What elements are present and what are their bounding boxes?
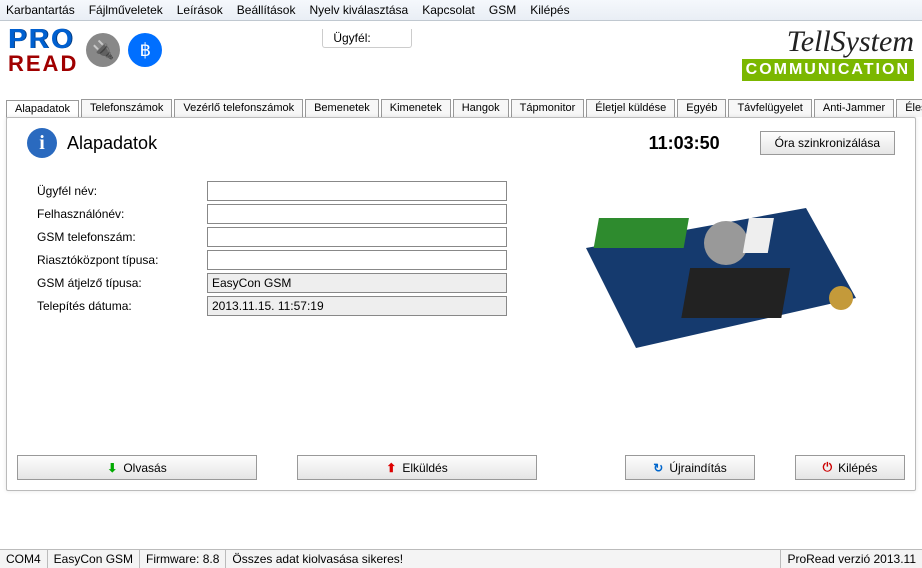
- tellsystem-logo: TellSystem COMMUNICATION: [742, 25, 914, 81]
- logo-area: PRO READ 🔌 ฿: [8, 25, 162, 75]
- tab-bemenetek[interactable]: Bemenetek: [305, 99, 379, 117]
- menu-kilepes[interactable]: Kilépés: [530, 3, 569, 17]
- tab-eletjel[interactable]: Életjel küldése: [586, 99, 675, 117]
- reload-icon: ↻: [653, 461, 663, 475]
- menu-kapcsolat[interactable]: Kapcsolat: [422, 3, 475, 17]
- label-client-name: Ügyfél név:: [37, 184, 207, 198]
- menu-gsm[interactable]: GSM: [489, 3, 516, 17]
- app-logo: PRO READ: [8, 25, 78, 75]
- client-label: Ügyfél:: [322, 29, 412, 48]
- tab-tavfelugyelet[interactable]: Távfelügyelet: [728, 99, 811, 117]
- status-bar: COM4 EasyCon GSM Firmware: 8.8 Összes ad…: [0, 549, 922, 568]
- input-install-date: [207, 296, 507, 316]
- read-button[interactable]: ⬇ Olvasás: [17, 455, 257, 480]
- input-gsm-relay-type: [207, 273, 507, 293]
- tab-vezerlo-telefonszamok[interactable]: Vezérlő telefonszámok: [174, 99, 303, 117]
- input-client-name[interactable]: [207, 181, 507, 201]
- tab-egyeb[interactable]: Egyéb: [677, 99, 726, 117]
- status-firmware: Firmware: 8.8: [140, 550, 226, 568]
- clock-display: 11:03:50: [649, 133, 720, 154]
- label-gsm-relay-type: GSM átjelző típusa:: [37, 276, 207, 290]
- content-panel: i Alapadatok 11:03:50 Óra szinkronizálás…: [6, 117, 916, 491]
- label-user-name: Felhasználónév:: [37, 207, 207, 221]
- menu-beallitasok[interactable]: Beállítások: [237, 3, 296, 17]
- menu-karbantartas[interactable]: Karbantartás: [6, 3, 75, 17]
- send-button[interactable]: ⬆ Elküldés: [297, 455, 537, 480]
- tab-alapadatok[interactable]: Alapadatok: [6, 100, 79, 118]
- restart-button[interactable]: ↻ Újraindítás: [625, 455, 755, 480]
- form-column: Ügyfél név: Felhasználónév: GSM telefons…: [37, 178, 507, 378]
- input-gsm-phone[interactable]: [207, 227, 507, 247]
- usb-icon[interactable]: 🔌: [86, 33, 120, 67]
- status-port: COM4: [0, 550, 48, 568]
- tab-bar: Alapadatok Telefonszámok Vezérlő telefon…: [0, 99, 922, 117]
- tab-telefonszamok[interactable]: Telefonszámok: [81, 99, 172, 117]
- clock-sync-button[interactable]: Óra szinkronizálása: [760, 131, 895, 155]
- page-title: Alapadatok: [67, 133, 157, 154]
- menubar: Karbantartás Fájlműveletek Leírások Beál…: [0, 0, 922, 21]
- label-alarm-type: Riasztóközpont típusa:: [37, 253, 207, 267]
- tab-kimenetek[interactable]: Kimenetek: [381, 99, 451, 117]
- info-icon: i: [27, 128, 57, 158]
- upload-icon: ⬆: [386, 461, 396, 475]
- exit-button[interactable]: ⏻ Kilépés: [795, 455, 905, 480]
- logo-pro: PRO: [8, 25, 78, 53]
- action-button-bar: ⬇ Olvasás ⬆ Elküldés ↻ Újraindítás ⏻ Kil…: [7, 447, 915, 490]
- status-device: EasyCon GSM: [48, 550, 140, 568]
- status-message: Összes adat kiolvasása sikeres!: [226, 550, 781, 568]
- tab-tapmonitor[interactable]: Tápmonitor: [511, 99, 585, 117]
- device-image: [547, 178, 885, 378]
- tab-hangok[interactable]: Hangok: [453, 99, 509, 117]
- bluetooth-icon[interactable]: ฿: [128, 33, 162, 67]
- power-icon: ⏻: [823, 460, 833, 475]
- tab-elesites[interactable]: Élesítés/hatástalanítás: [896, 99, 922, 117]
- status-version: ProRead verzió 2013.11: [781, 550, 922, 568]
- tab-antijammer[interactable]: Anti-Jammer: [814, 99, 894, 117]
- menu-leirasok[interactable]: Leírások: [177, 3, 223, 17]
- input-user-name[interactable]: [207, 204, 507, 224]
- menu-fajlmuveletek[interactable]: Fájlműveletek: [89, 3, 163, 17]
- label-install-date: Telepítés dátuma:: [37, 299, 207, 313]
- download-icon: ⬇: [107, 461, 117, 475]
- menu-nyelv[interactable]: Nyelv kiválasztása: [309, 3, 408, 17]
- label-gsm-phone: GSM telefonszám:: [37, 230, 207, 244]
- header: PRO READ 🔌 ฿ Ügyfél: TellSystem COMMUNIC…: [0, 21, 922, 99]
- input-alarm-type[interactable]: [207, 250, 507, 270]
- logo-read: READ: [8, 53, 78, 75]
